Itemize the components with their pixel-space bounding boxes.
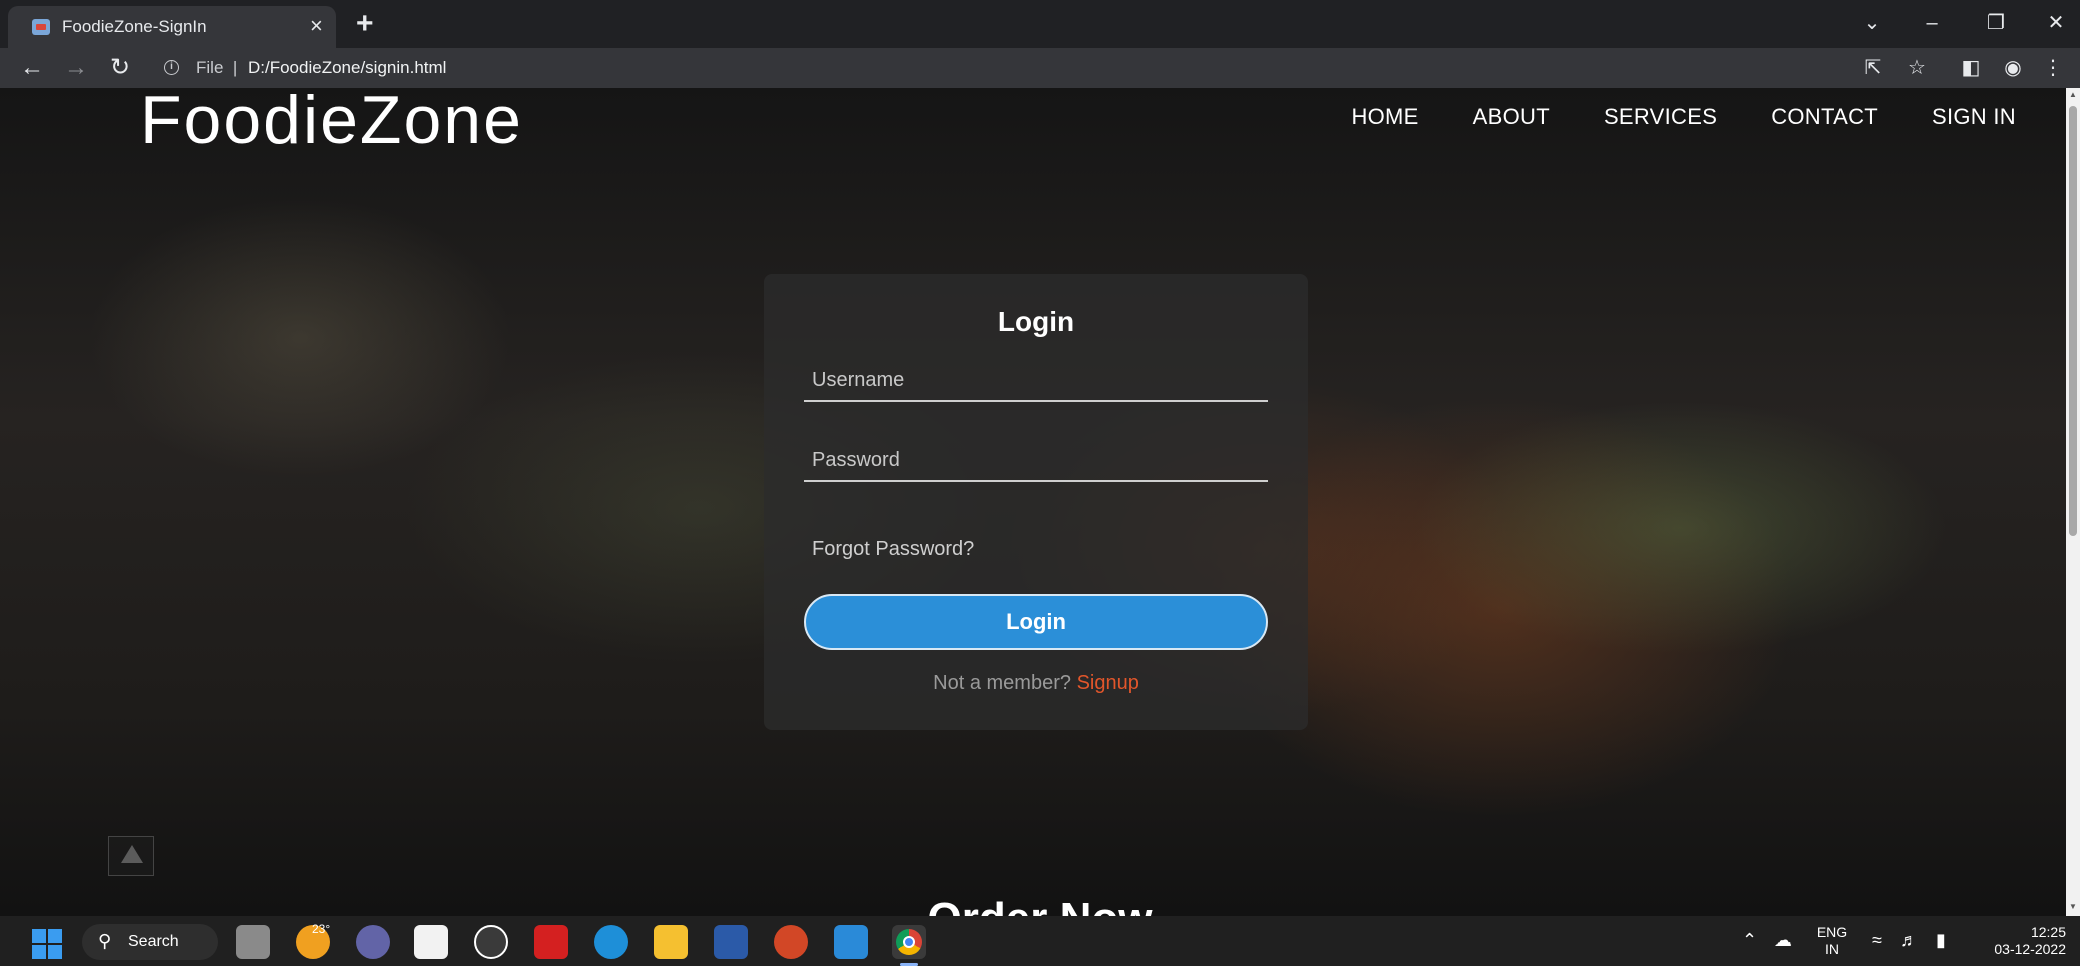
scrollbar-thumb[interactable] xyxy=(2069,106,2077,536)
close-window-icon[interactable]: ✕ xyxy=(2036,10,2076,36)
task-view-icon[interactable] xyxy=(236,925,270,959)
new-tab-button[interactable]: + xyxy=(356,8,374,40)
clock-time: 12:25 xyxy=(2030,924,2066,940)
url-text[interactable]: D:/FoodieZone/signin.html xyxy=(248,58,446,78)
mcafee-shield-icon[interactable] xyxy=(534,925,568,959)
forward-arrow-icon[interactable]: → xyxy=(60,52,92,84)
browser-toolbar: ← → ↻ i File | D:/FoodieZone/signin.html… xyxy=(0,48,2080,88)
scroll-to-top-button[interactable] xyxy=(108,836,154,876)
nav-link-services[interactable]: SERVICES xyxy=(1604,104,1717,130)
login-button[interactable]: Login xyxy=(804,594,1268,650)
edge-browser-icon[interactable] xyxy=(594,925,628,959)
forgot-password-link[interactable]: Forgot Password? xyxy=(812,538,974,561)
back-arrow-icon[interactable]: ← xyxy=(16,52,48,84)
tab-title: FoodieZone-SignIn xyxy=(62,17,207,36)
os-taskbar: ⚲ Search 23° ⌃ ☁ ENG IN ≈ ♬ ▮ 12:25 03-1… xyxy=(0,916,2080,966)
wifi-icon[interactable]: ≈ xyxy=(1872,929,1882,951)
reload-icon[interactable]: ↻ xyxy=(104,52,136,84)
site-info-icon[interactable]: i xyxy=(164,60,179,75)
password-field xyxy=(804,440,1268,482)
tray-overflow-chevron-icon[interactable]: ⌃ xyxy=(1742,929,1757,951)
word-app-icon[interactable] xyxy=(714,925,748,959)
username-field xyxy=(804,360,1268,402)
profile-avatar-icon[interactable]: ◉ xyxy=(2000,56,2026,80)
onedrive-cloud-icon[interactable]: ☁ xyxy=(1774,929,1792,951)
weather-temperature: 23° xyxy=(312,922,331,936)
nav-link-sign-in[interactable]: SIGN IN xyxy=(1932,104,2016,130)
tab-close-icon[interactable]: × xyxy=(310,14,323,38)
file-explorer-icon[interactable] xyxy=(654,925,688,959)
windows-start-icon[interactable] xyxy=(32,929,62,959)
url-scheme-label: File | xyxy=(196,58,238,77)
arrow-up-icon xyxy=(121,845,143,863)
battery-icon[interactable]: ▮ xyxy=(1936,929,1946,951)
page-viewport: FoodieZone HOME ABOUT SERVICES CONTACT S… xyxy=(0,88,2080,916)
vscode-app-icon[interactable] xyxy=(834,925,868,959)
address-bar[interactable]: i File | D:/FoodieZone/signin.html xyxy=(150,52,1890,84)
clock-widget[interactable]: 12:25 03-12-2022 xyxy=(1980,924,2066,958)
signup-link[interactable]: Signup xyxy=(1077,672,1139,694)
page-favicon-icon xyxy=(32,19,50,35)
site-logo[interactable]: FoodieZone xyxy=(140,88,523,154)
volume-icon[interactable]: ♬ xyxy=(1900,929,1918,951)
scroll-down-arrow-icon[interactable]: ▼ xyxy=(2068,902,2078,911)
nav-link-home[interactable]: HOME xyxy=(1351,104,1418,130)
login-card: Login Forgot Password? Login Not a membe… xyxy=(764,274,1308,730)
bookmark-star-icon[interactable]: ☆ xyxy=(1904,56,1930,80)
browser-tabstrip: FoodieZone-SignIn × + ⌄ – ❐ ✕ xyxy=(0,0,2080,48)
chat-app-icon[interactable] xyxy=(356,925,390,959)
nav-link-about[interactable]: ABOUT xyxy=(1473,104,1550,130)
nav-link-contact[interactable]: CONTACT xyxy=(1771,104,1878,130)
login-title: Login xyxy=(997,306,1075,337)
not-member-text: Not a member? xyxy=(933,672,1071,694)
microsoft-store-icon[interactable] xyxy=(414,925,448,959)
minimize-window-icon[interactable]: – xyxy=(1912,10,1952,36)
search-icon: ⚲ xyxy=(98,931,112,951)
order-now-heading: Order Now xyxy=(0,894,2080,916)
share-icon[interactable]: ⇱ xyxy=(1860,56,1886,80)
main-nav: HOME ABOUT SERVICES CONTACT SIGN IN xyxy=(1297,104,2016,130)
taskbar-search-button[interactable]: ⚲ Search xyxy=(82,924,218,960)
restore-window-icon[interactable]: ❐ xyxy=(1976,10,2016,36)
powerpoint-app-icon[interactable] xyxy=(774,925,808,959)
signup-row: Not a member? Signup xyxy=(764,672,1308,695)
dell-app-icon[interactable] xyxy=(474,925,508,959)
taskbar-search-label: Search xyxy=(128,933,179,950)
username-input[interactable] xyxy=(804,360,1268,400)
page-scrollbar[interactable]: ▲ ▼ xyxy=(2066,88,2080,916)
browser-tab-active[interactable]: FoodieZone-SignIn × xyxy=(8,6,336,48)
browser-menu-icon[interactable]: ⋮ xyxy=(2040,56,2066,80)
input-language[interactable]: ENG IN xyxy=(1814,924,1850,958)
password-input[interactable] xyxy=(804,440,1268,480)
clock-date: 03-12-2022 xyxy=(1994,941,2066,957)
chrome-app-icon[interactable] xyxy=(892,925,926,966)
side-panel-icon[interactable]: ◧ xyxy=(1958,56,1984,80)
scroll-up-arrow-icon[interactable]: ▲ xyxy=(2068,90,2078,99)
tab-search-chevron-icon[interactable]: ⌄ xyxy=(1852,10,1892,36)
